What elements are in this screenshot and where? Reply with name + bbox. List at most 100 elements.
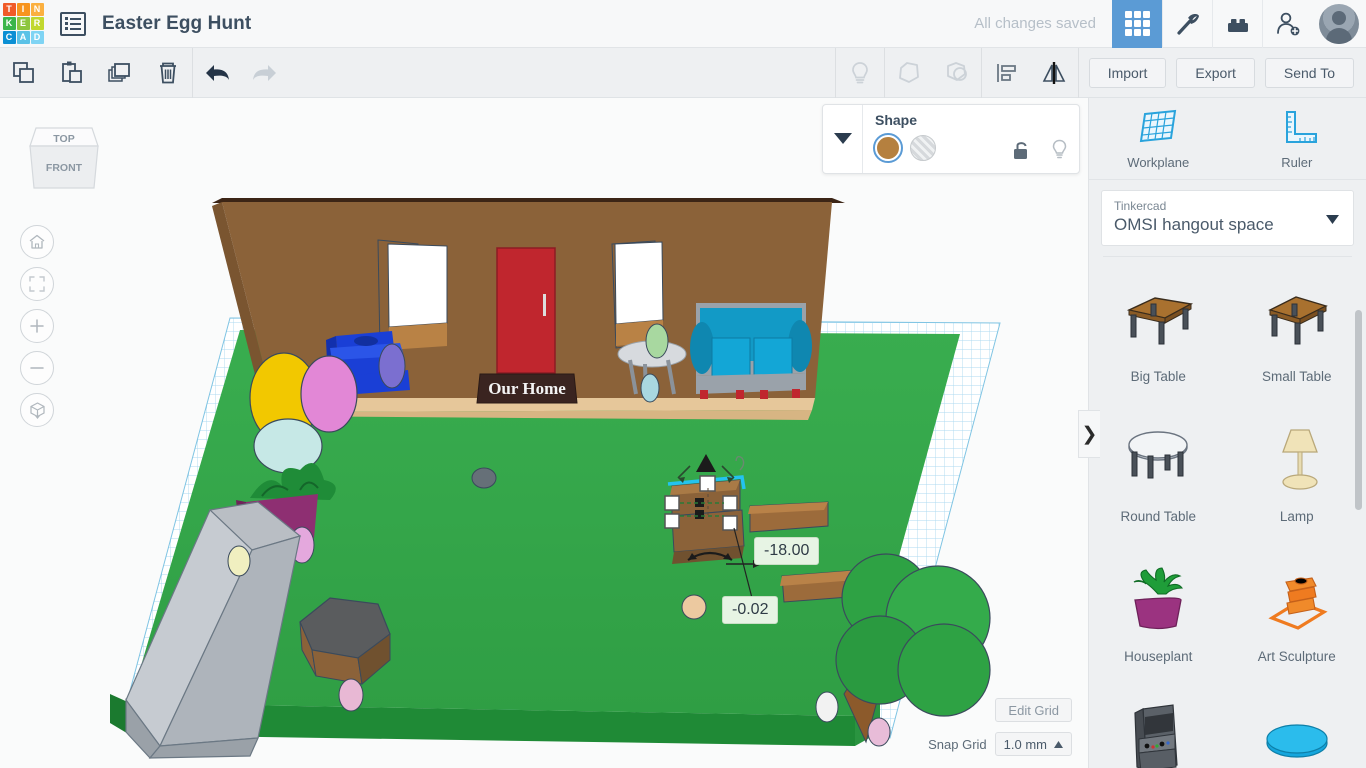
viewcube-front-label: FRONT (46, 162, 83, 174)
align-icon (996, 63, 1016, 82)
shape-item-lamp[interactable]: Lamp (1228, 405, 1366, 545)
design-canvas[interactable]: Our Home TOP FRONT -18.00 -0.02 Edit Gri… (0, 98, 1088, 768)
zoom-out-button[interactable] (20, 351, 54, 385)
panel-scrollbar[interactable] (1355, 310, 1362, 510)
redo-button[interactable] (241, 48, 289, 98)
shape-panel-title: Shape (875, 112, 918, 128)
paste-button[interactable] (48, 48, 96, 98)
duplicate-button[interactable] (96, 48, 144, 98)
workplane-icon (1140, 109, 1177, 142)
logo-tile-d: D (30, 31, 44, 44)
measurement-label-height[interactable]: -18.00 (754, 537, 820, 565)
ortho-perspective-button[interactable] (20, 393, 54, 427)
designs-grid-button[interactable] (1112, 0, 1162, 48)
logo-tile-c: C (2, 31, 16, 44)
toolbar-divider (1077, 47, 1079, 98)
pickaxe-icon (1176, 13, 1199, 35)
zoom-in-button[interactable] (20, 309, 54, 343)
logo-tiles: TIN KER CAD (2, 3, 44, 44)
ruler-tool[interactable]: Ruler (1228, 98, 1366, 179)
shape-properties-panel: Shape (822, 104, 1080, 174)
account-button[interactable] (1312, 0, 1366, 48)
tinkercad-logo[interactable]: TIN KER CAD (0, 0, 46, 48)
library-category-label: Tinkercad (1114, 199, 1167, 213)
avatar (1319, 3, 1359, 44)
shape-item-cushion[interactable]: Cushion (1228, 685, 1366, 768)
trash-icon (160, 62, 176, 83)
unlocked-padlock-icon[interactable] (1013, 140, 1030, 160)
home-icon (29, 234, 45, 249)
export-button[interactable]: Export (1176, 57, 1255, 88)
view-cube[interactable]: TOP FRONT (22, 116, 106, 200)
small-table-icon (1254, 271, 1340, 367)
shape-item-small-table[interactable]: Small Table (1228, 265, 1366, 405)
bricks-button[interactable] (1212, 0, 1262, 48)
shape-item-small-table-label: Small Table (1261, 369, 1332, 384)
ungroup-shapes-icon (946, 61, 967, 81)
duplicate-icon (108, 62, 130, 82)
shape-item-big-table[interactable]: Big Table (1089, 265, 1228, 405)
copy-icon (13, 61, 34, 83)
lamp-icon (1254, 411, 1340, 507)
library-selected-value: OMSI hangout space (1114, 215, 1274, 234)
edit-toolbar: Import Export Send To (0, 47, 1366, 98)
person-add-icon (1276, 12, 1299, 35)
caret-up-icon (1054, 740, 1063, 748)
measurement-label-offset[interactable]: -0.02 (722, 596, 779, 624)
send-to-button[interactable]: Send To (1264, 57, 1354, 88)
delete-button[interactable] (144, 48, 192, 98)
document-list-icon[interactable] (60, 11, 86, 36)
logo-tile-e: E (16, 17, 30, 30)
round-table-icon (1115, 411, 1201, 507)
ruler-icon (1285, 110, 1317, 143)
logo-tile-r: R (30, 17, 44, 30)
scene-3d: Our Home (110, 198, 1001, 759)
big-table-icon (1115, 271, 1201, 367)
houseplant-icon (1115, 551, 1201, 647)
art-sculpture-icon (1254, 551, 1340, 647)
solid-color-swatch[interactable] (873, 133, 903, 163)
home-view-button[interactable] (20, 225, 54, 259)
lightbulb-icon[interactable] (1050, 139, 1069, 160)
shape-item-houseplant[interactable]: Houseplant (1089, 545, 1228, 685)
arcade-game-icon (1115, 691, 1201, 768)
invite-button[interactable] (1262, 0, 1312, 48)
panel-tools: Workplane Ruler (1089, 98, 1366, 180)
hole-swatch[interactable] (910, 135, 936, 161)
edit-grid-button[interactable]: Edit Grid (995, 698, 1072, 722)
shape-item-arcade-game[interactable]: Arcade Game (1089, 685, 1228, 768)
import-button[interactable]: Import (1088, 57, 1167, 88)
snap-grid-value: 1.0 mm (1003, 736, 1047, 752)
shape-panel-collapse-button[interactable] (823, 105, 863, 173)
top-bar: TIN KER CAD Easter Egg Hunt All changes sa… (0, 0, 1366, 48)
logo-tile-i: I (16, 3, 30, 16)
snap-grid-select[interactable]: 1.0 mm (994, 732, 1072, 756)
copy-button[interactable] (0, 48, 48, 98)
undo-arrow-icon (206, 64, 229, 81)
blocks-button[interactable] (1162, 0, 1212, 48)
minus-icon (30, 367, 44, 369)
panel-collapse-tab[interactable]: ❯ (1078, 410, 1100, 458)
shape-item-round-table[interactable]: Round Table (1089, 405, 1228, 545)
light-button[interactable] (836, 48, 884, 98)
ungroup-button[interactable] (933, 48, 981, 98)
page-title: Easter Egg Hunt (102, 12, 252, 34)
align-button[interactable] (982, 48, 1030, 98)
snap-grid-label: Snap Grid (928, 736, 987, 752)
plus-icon (30, 319, 44, 333)
grid-icon (1124, 11, 1150, 36)
shape-library-dropdown[interactable]: Tinkercad OMSI hangout space (1101, 190, 1354, 246)
save-status: All changes saved (974, 15, 1096, 32)
shape-item-art-sculpture-label: Art Sculpture (1257, 649, 1336, 664)
fit-to-view-button[interactable] (20, 267, 54, 301)
logo-tile-k: K (2, 17, 16, 30)
redo-arrow-icon (253, 64, 276, 81)
shapes-panel: Workplane Ruler Tinkercad OMSI hangout s… (1088, 98, 1366, 768)
shape-item-art-sculpture[interactable]: Art Sculpture (1228, 545, 1366, 685)
lightbulb-icon (851, 61, 868, 83)
workplane-tool[interactable]: Workplane (1089, 98, 1228, 179)
caret-down-icon (1326, 215, 1339, 224)
group-button[interactable] (885, 48, 933, 98)
undo-button[interactable] (193, 48, 241, 98)
mirror-button[interactable] (1030, 48, 1078, 98)
